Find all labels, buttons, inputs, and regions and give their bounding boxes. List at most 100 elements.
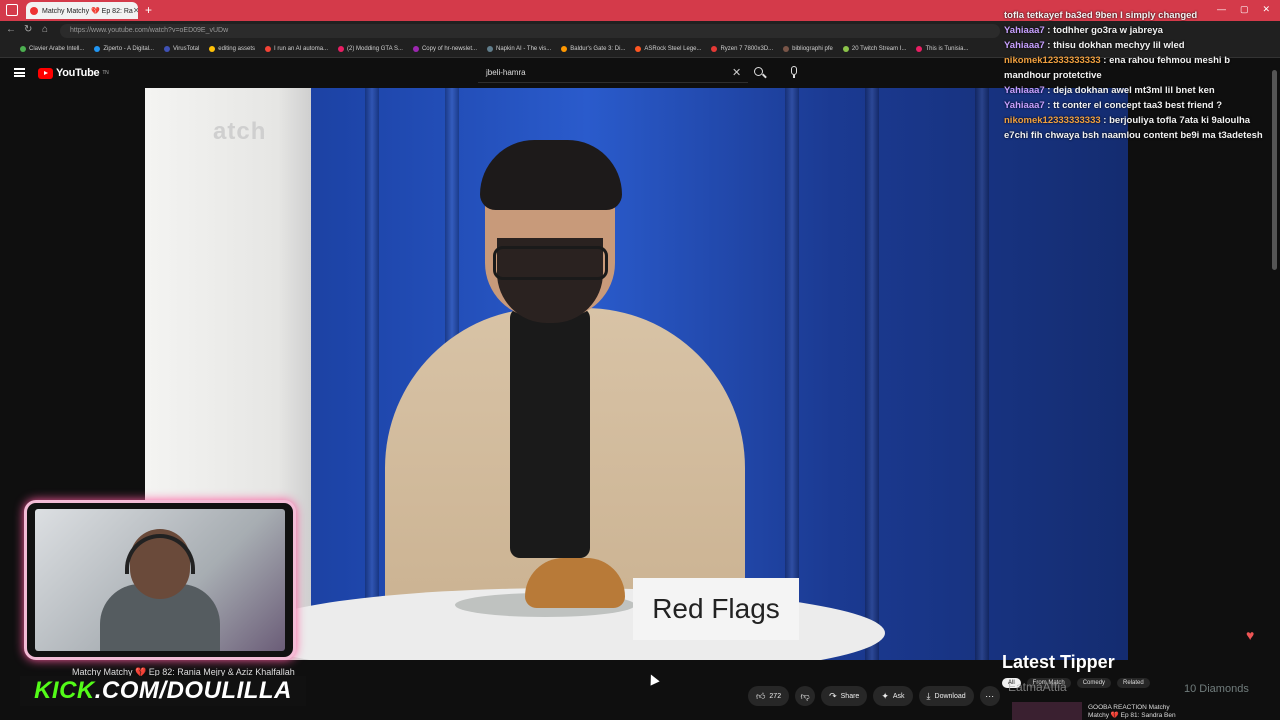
sparkle-icon: ✦ (881, 690, 889, 701)
bookmark-label: This is Tunisia... (925, 46, 969, 52)
thumbs-down-icon: 👎︎ (800, 690, 810, 701)
back-icon[interactable]: ← (6, 24, 16, 35)
chat-separator: : (1044, 100, 1054, 111)
streamer-webcam (24, 500, 296, 660)
chat-text: deja dokhan awel mt3ml lil bnet ken (1053, 85, 1215, 96)
browser-tab[interactable]: Matchy Matchy 💔 Ep 82: Ra ✕ (26, 2, 138, 19)
bookmark-item[interactable]: VirusTotal (164, 46, 199, 52)
dislike-button[interactable]: 👎︎ (795, 686, 816, 706)
scrollbar[interactable] (1272, 70, 1277, 270)
hamburger-menu-icon[interactable] (14, 68, 25, 77)
new-tab-icon[interactable]: + (145, 3, 152, 17)
chat-text: thisu dokhan mechyy lil wled (1053, 40, 1185, 51)
chat-message: Yahiaaa7 : thisu dokhan mechyy lil wled (1004, 38, 1274, 53)
bookmark-item[interactable]: Napkin AI - The vis... (487, 46, 551, 52)
bookmark-item[interactable]: 20 Twitch Stream I... (842, 46, 906, 52)
bookmark-label: I run an AI automa... (274, 46, 329, 52)
chat-message: Yahiaaa7 : tt conter el concept taa3 bes… (1004, 98, 1274, 113)
screen: Matchy Matchy 💔 Ep 82: Ra ✕ + — ▢ ✕ ← ↻ … (0, 0, 1280, 720)
stream-chat: tofla tetkayef ba3ed 9ben I simply chang… (1004, 8, 1274, 143)
microphone-icon[interactable] (790, 66, 798, 79)
chat-username[interactable]: nikomek12333333333 (1004, 55, 1101, 66)
curtain-fold (785, 88, 799, 660)
thumbs-up-icon: 👍︎ (756, 690, 766, 701)
home-icon[interactable]: ⌂ (42, 24, 48, 35)
bookmark-favicon-icon (711, 46, 718, 52)
download-icon: ⤓ (926, 690, 931, 701)
download-button[interactable]: ⤓ Download (918, 686, 974, 706)
chat-separator: : (1044, 25, 1054, 36)
filter-chip[interactable]: Comedy (1076, 678, 1112, 688)
bookmark-item[interactable]: ASRock Steel Lege... (635, 46, 701, 52)
clear-search-icon[interactable]: ✕ (732, 66, 741, 79)
close-tab-icon[interactable]: ✕ (133, 6, 138, 15)
heart-icon: ♥ (1246, 627, 1255, 643)
bookmark-label: Baldur's Gate 3: Di... (570, 46, 626, 52)
more-icon: ⋯ (985, 690, 995, 701)
youtube-favicon-icon (30, 6, 38, 15)
bookmark-label: Ryzen 7 7800x3D... (720, 46, 774, 52)
kick-prefix: KICK (34, 677, 95, 704)
bookmark-item[interactable]: (2) Modding GTA S... (338, 46, 403, 52)
chat-text: todhher go3ra w jabreya (1053, 25, 1163, 36)
chat-text: tt conter el concept taa3 best friend ? (1053, 100, 1223, 111)
chat-message: nikomek12333333333 : berjouliya tofla 7a… (1004, 113, 1274, 143)
bookmark-label: Copy of hr-newslet... (421, 46, 477, 52)
ask-button[interactable]: ✦ Ask (873, 686, 913, 706)
logo-country: TN (102, 70, 109, 76)
bookmark-item[interactable]: Baldur's Gate 3: Di... (561, 46, 625, 52)
like-button[interactable]: 👍︎ 272 (748, 686, 790, 706)
chat-separator: : (1044, 85, 1054, 96)
bookmark-item[interactable]: This is Tunisia... (916, 46, 968, 52)
chat-message: Yahiaaa7 : todhher go3ra w jabreya (1004, 23, 1274, 38)
recommended-title[interactable]: GOOBA REACTION Matchy Matchy 💔 Ep 81: Sa… (1088, 704, 1176, 720)
share-button[interactable]: ↷ Share (821, 686, 868, 706)
browser-menu-icon[interactable] (6, 4, 18, 16)
bookmark-item[interactable]: bibliographi pfe (783, 46, 833, 52)
tipper-name: EatmaAttia (1008, 680, 1067, 694)
bookmark-favicon-icon (487, 46, 493, 52)
bookmark-favicon-icon (164, 46, 171, 52)
chat-username[interactable]: Yahiaaa7 (1004, 40, 1045, 51)
wall-logo-text: atch (213, 118, 267, 145)
logo-text: YouTube (56, 67, 100, 79)
tipper-amount: 10 Diamonds (1184, 683, 1249, 695)
kick-channel-banner: KICK .COM/DOULILLA (20, 676, 306, 706)
ask-label: Ask (892, 692, 905, 700)
more-actions-button[interactable]: ⋯ (979, 686, 1000, 706)
chat-separator: : (1100, 115, 1110, 126)
chat-separator: : (1044, 40, 1054, 51)
bookmark-favicon-icon (412, 46, 419, 52)
video-actions: 👍︎ 272 👎︎ ↷ Share ✦ Ask ⤓ Download ⋯ (748, 686, 1000, 706)
bookmark-item[interactable]: Copy of hr-newslet... (412, 46, 477, 52)
share-label: Share (840, 692, 860, 700)
youtube-logo[interactable]: YouTube TN (38, 67, 109, 79)
bookmark-favicon-icon (94, 46, 101, 52)
chat-username[interactable]: Yahiaaa7 (1004, 25, 1045, 36)
search-icon[interactable] (752, 65, 768, 81)
bookmark-item[interactable]: Ziperto - A Digital... (94, 46, 154, 52)
bookmark-item[interactable]: I run an AI automa... (265, 46, 328, 52)
filter-chip[interactable]: Related (1117, 678, 1150, 688)
recommended-thumbnail[interactable] (1012, 702, 1082, 720)
chat-username[interactable]: Yahiaaa7 (1004, 100, 1045, 111)
chat-separator: : (1100, 55, 1110, 66)
reload-icon[interactable]: ↻ (24, 24, 32, 35)
search-input[interactable]: jbeli-hamra (478, 63, 748, 83)
bookmark-favicon-icon (561, 46, 568, 52)
red-flags-sign: Red Flags (633, 578, 799, 640)
youtube-play-icon (38, 67, 53, 79)
bookmark-favicon-icon (842, 46, 849, 52)
bookmark-item[interactable]: editing assets (209, 46, 255, 52)
chat-username[interactable]: nikomek12333333333 (1004, 115, 1101, 126)
url-field[interactable]: https://www.youtube.com/watch?v=oED09E_v… (60, 24, 1000, 38)
tab-title: Matchy Matchy 💔 Ep 82: Ra (42, 7, 133, 15)
chat-username[interactable]: Yahiaaa7 (1004, 85, 1045, 96)
bookmark-item[interactable]: Clavier Arabe Intell... (20, 46, 84, 52)
bookmark-label: (2) Modding GTA S... (347, 46, 403, 52)
bookmark-favicon-icon (916, 46, 923, 52)
bookmark-label: bibliographi pfe (792, 46, 833, 52)
guest-turtleneck (510, 308, 590, 558)
bookmark-favicon-icon (783, 46, 790, 52)
bookmark-item[interactable]: Ryzen 7 7800x3D... (711, 46, 773, 52)
